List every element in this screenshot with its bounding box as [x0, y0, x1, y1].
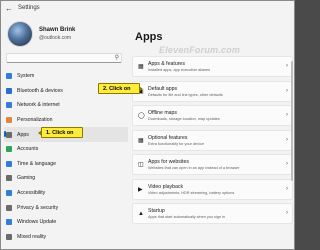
web-apps-icon: ◫	[138, 162, 144, 168]
card-apps-features[interactable]: ▦ Apps & features Installed apps, app exec…	[132, 56, 293, 77]
video-icon: ▶	[138, 186, 143, 193]
scrollbar[interactable]	[291, 61, 293, 181]
sidebar-item-gaming[interactable]: Gaming	[4, 171, 128, 186]
shield-icon	[6, 204, 12, 211]
sidebar-item-network-internet[interactable]: Network & internet	[4, 98, 128, 113]
headset-icon	[6, 233, 12, 240]
callout-arrow-icon	[139, 85, 143, 92]
card-title: Video playback	[148, 183, 184, 190]
card-subtitle: Extra functionality for your device	[148, 141, 204, 146]
optional-features-icon: ▦	[138, 137, 144, 144]
sidebar-item-personalization[interactable]: Personalization	[4, 113, 128, 128]
watermark: ElevenForum.com	[159, 45, 241, 55]
callout-step-2-label: 2. Click on	[103, 85, 131, 92]
sidebar-item-privacy-security[interactable]: Privacy & security	[4, 200, 128, 215]
back-arrow-icon[interactable]: ←	[5, 4, 13, 13]
callout-step-1: 1. Click on	[38, 127, 83, 138]
sidebar-item-time-language[interactable]: Time & language	[4, 157, 128, 172]
card-title: Optional features	[148, 134, 188, 141]
card-subtitle: Installed apps, app execution aliases	[148, 68, 211, 72]
card-apps-for-websites[interactable]: ◫ Apps for websites Websites that can open…	[132, 154, 293, 175]
callout-step-1-label: 1. Click on	[46, 129, 74, 136]
profile-email: @outlook.com	[39, 35, 72, 41]
network-icon	[6, 102, 12, 109]
chevron-right-icon: ›	[286, 185, 288, 192]
page-title: Apps	[135, 31, 163, 43]
card-title: Offline maps	[148, 110, 178, 116]
card-subtitle: Video adjustments, HDR streaming, batter…	[148, 190, 235, 195]
chevron-right-icon: ›	[286, 87, 288, 94]
chevron-right-icon: ›	[286, 136, 288, 143]
card-startup[interactable]: ▲ Startup Apps that start automatically wh…	[132, 203, 293, 224]
card-subtitle: Websites that can open in an app instead…	[148, 166, 240, 170]
gaming-icon	[6, 175, 12, 182]
card-title: Default apps	[148, 85, 178, 92]
card-title: Apps for websites	[148, 159, 189, 165]
sidebar-item-label: Gaming	[17, 175, 36, 182]
sidebar-item-label: Accessibility	[17, 190, 46, 197]
settings-window: ← Settings Shawn Brink @outlook.com ⚲ Sy…	[0, 0, 295, 250]
avatar	[7, 21, 33, 47]
sidebar-item-windows-update[interactable]: Windows Update	[4, 215, 128, 230]
chevron-right-icon: ›	[286, 161, 288, 167]
chevron-right-icon: ›	[286, 210, 288, 216]
sidebar-item-accounts[interactable]: Accounts	[4, 142, 128, 157]
sidebar-item-mixed-reality[interactable]: Mixed reality	[4, 230, 128, 245]
sidebar-item-label: Bluetooth & devices	[17, 87, 63, 94]
bluetooth-icon	[6, 87, 12, 94]
callout-step-2: 2. Click on	[98, 83, 143, 94]
sidebar-item-label: Windows Update	[17, 219, 57, 226]
sidebar-item-label: Network & internet	[17, 102, 60, 109]
update-icon	[6, 219, 12, 226]
card-subtitle: Apps that start automatically when you s…	[148, 215, 226, 219]
card-offline-maps[interactable]: ◯ Offline maps Downloads, storage location…	[132, 105, 293, 126]
title-bar: ← Settings	[1, 1, 294, 17]
card-optional-features[interactable]: ▦ Optional features Extra functionality fo…	[132, 129, 293, 151]
search-input[interactable]: ⚲	[6, 53, 122, 63]
apps-features-icon: ▦	[138, 64, 144, 70]
callout-arrow-icon	[38, 129, 42, 136]
sidebar-item-system[interactable]: System	[4, 69, 128, 84]
system-icon	[6, 73, 12, 80]
sidebar-item-label: Accounts	[17, 146, 39, 153]
sidebar-item-label: Time & language	[17, 160, 57, 167]
sidebar-item-label: System	[17, 73, 35, 80]
accessibility-icon	[6, 190, 12, 197]
card-video-playback[interactable]: ▶ Video playback Video adjustments, HDR st…	[132, 178, 293, 200]
startup-icon: ▲	[138, 211, 144, 217]
card-subtitle: Downloads, storage location, map updates	[148, 117, 220, 121]
card-subtitle: Defaults for file and link types, other …	[148, 92, 223, 97]
globe-clock-icon	[6, 160, 12, 167]
profile-name: Shawn Brink	[39, 27, 76, 33]
chevron-right-icon: ›	[286, 112, 288, 118]
sidebar-item-label: Mixed reality	[17, 233, 47, 240]
sidebar-item-label: Apps	[17, 131, 29, 138]
accounts-icon	[6, 146, 12, 153]
sidebar-item-label: Privacy & security	[17, 204, 59, 211]
window-title: Settings	[18, 5, 40, 11]
brush-icon	[6, 117, 12, 124]
sidebar-item-accessibility[interactable]: Accessibility	[4, 186, 128, 201]
chevron-right-icon: ›	[286, 63, 288, 69]
map-icon: ◯	[138, 113, 145, 119]
settings-cards: ▦ Apps & features Installed apps, app exec…	[132, 56, 293, 228]
user-profile[interactable]: Shawn Brink @outlook.com	[7, 21, 127, 49]
apps-icon	[6, 131, 12, 138]
card-title: Apps & features	[148, 61, 185, 67]
sidebar-nav: System Bluetooth & devices Network & inter…	[4, 69, 128, 244]
sidebar-item-label: Personalization	[17, 117, 53, 124]
card-default-apps[interactable]: ▣ Default apps Defaults for file and link …	[132, 80, 293, 102]
search-icon: ⚲	[114, 55, 119, 61]
card-title: Startup	[148, 208, 165, 214]
